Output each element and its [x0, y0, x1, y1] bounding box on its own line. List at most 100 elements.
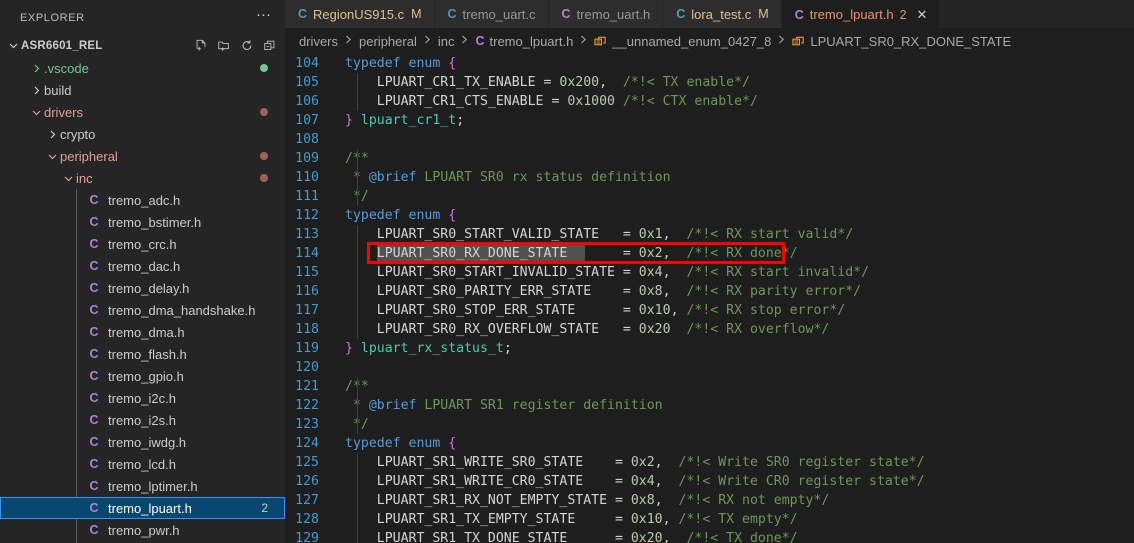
line-content: LPUART_SR0_RX_OVERFLOW_STATE = 0x20 /*!<… [331, 320, 1134, 339]
code-line-112[interactable]: 112 typedef enum { [285, 206, 1134, 225]
c-header-file-icon: C [89, 523, 99, 537]
file-item[interactable]: Ctremo_adc.h [0, 189, 285, 211]
code-line-123[interactable]: 123 */ [285, 415, 1134, 434]
tree-folder-build[interactable]: build [0, 79, 285, 101]
editor-tab-bar[interactable]: C RegionUS915.c M Ctremo_uart.c Ctremo_uart.… [285, 0, 1134, 28]
code-line-115[interactable]: 115 LPUART_SR0_START_INVALID_STATE = 0x4… [285, 263, 1134, 282]
file-item[interactable]: Ctremo_i2c.h [0, 387, 285, 409]
file-item-selected[interactable]: Ctremo_lpuart.h 2 [0, 497, 285, 519]
code-line-105[interactable]: 105 LPUART_CR1_TX_ENABLE = 0x200, /*!< T… [285, 73, 1134, 92]
code-line-120[interactable]: 120 [285, 358, 1134, 377]
chevron-down-icon[interactable] [44, 151, 60, 162]
breadcrumb-item-1[interactable]: peripheral [359, 34, 417, 49]
code-line-114[interactable]: 114 LPUART_SR0_RX_DONE_STATE = 0x2, /*!<… [285, 244, 1134, 263]
file-item[interactable]: Ctremo_i2s.h [0, 409, 285, 431]
code-token: LPUART_SR1_WRITE_CR0_STATE [376, 474, 584, 489]
code-editor[interactable]: 104 typedef enum {105 LPUART_CR1_TX_ENABL… [285, 54, 1134, 543]
file-tree[interactable]: .vscode build drivers crypto peripheral inc Ct… [0, 57, 285, 543]
code-line-110[interactable]: 110 * @brief LPUART SR0 rx status defini… [285, 168, 1134, 187]
file-item[interactable]: Ctremo_crc.h [0, 233, 285, 255]
file-item[interactable]: Ctremo_dma.h [0, 321, 285, 343]
chevron-right-icon[interactable] [44, 129, 60, 140]
line-content: LPUART_SR0_RX_DONE_STATE = 0x2, /*!< RX … [331, 244, 1134, 263]
code-line-109[interactable]: 109 /** [285, 149, 1134, 168]
tree-folder-inc[interactable]: inc [0, 167, 285, 189]
c-header-file-icon: C [89, 479, 99, 493]
editor-tab-tremo_lpuart-h[interactable]: Ctremo_lpuart.h 2 ✕ [781, 0, 941, 28]
file-list[interactable]: Ctremo_adc.h Ctremo_bstimer.h Ctremo_crc.h… [0, 189, 285, 543]
editor-tab-regionus915-c[interactable]: C RegionUS915.c M [285, 0, 435, 28]
explorer-more-actions-icon[interactable]: ··· [250, 7, 277, 26]
breadcrumb-item-4[interactable]: __unnamed_enum_0427_8 [594, 34, 771, 49]
code-line-127[interactable]: 127 LPUART_SR1_RX_NOT_EMPTY_STATE = 0x8,… [285, 491, 1134, 510]
collapse-all-icon[interactable] [263, 39, 277, 53]
code-line-113[interactable]: 113 LPUART_SR0_START_VALID_STATE = 0x1, … [285, 225, 1134, 244]
file-item[interactable]: Ctremo_bstimer.h [0, 211, 285, 233]
code-token: , [662, 284, 687, 299]
code-line-124[interactable]: 124 typedef enum { [285, 434, 1134, 453]
breadcrumb-item-5[interactable]: LPUART_SR0_RX_DONE_STATE [792, 34, 1011, 49]
file-item[interactable]: Ctremo_iwdg.h [0, 431, 285, 453]
editor-tab-tremo_uart-h[interactable]: Ctremo_uart.h [548, 0, 664, 28]
code-line-118[interactable]: 118 LPUART_SR0_RX_OVERFLOW_STATE = 0x20 … [285, 320, 1134, 339]
code-token: ; [456, 113, 465, 128]
code-line-121[interactable]: 121 /** [285, 377, 1134, 396]
code-token: , [662, 265, 687, 280]
file-item[interactable]: Ctremo_dac.h [0, 255, 285, 277]
h-file-icon: C [561, 7, 571, 21]
breadcrumb-item-2[interactable]: inc [438, 34, 455, 49]
file-item[interactable]: Ctremo_pwr.h [0, 519, 285, 541]
code-token: LPUART_SR0_STOP_ERR_STATE [376, 303, 576, 318]
code-token: 0x10 [638, 303, 671, 318]
chevron-down-icon[interactable] [28, 107, 44, 118]
code-line-106[interactable]: 106 LPUART_CR1_CTS_ENABLE = 0x1000 /*!< … [285, 92, 1134, 111]
code-indent-guide [357, 149, 358, 206]
code-line-126[interactable]: 126 LPUART_SR1_WRITE_CR0_STATE = 0x4, /*… [285, 472, 1134, 491]
tree-folder-peripheral[interactable]: peripheral [0, 145, 285, 167]
file-item[interactable]: Ctremo_delay.h [0, 277, 285, 299]
code-token: 0x4 [638, 265, 663, 280]
chevron-right-icon[interactable] [28, 85, 44, 96]
file-item[interactable]: Ctremo_lcd.h [0, 453, 285, 475]
chevron-right-icon[interactable] [28, 63, 44, 74]
breadcrumb-item-0[interactable]: drivers [299, 34, 338, 49]
code-indent-guide [357, 377, 358, 434]
code-line-111[interactable]: 111 */ [285, 187, 1134, 206]
code-line-117[interactable]: 117 LPUART_SR0_STOP_ERR_STATE = 0x10, /*… [285, 301, 1134, 320]
file-item[interactable]: Ctremo_gpio.h [0, 365, 285, 387]
editor-tab-tremo_uart-c[interactable]: Ctremo_uart.c [434, 0, 549, 28]
code-line-108[interactable]: 108 [285, 130, 1134, 149]
breadcrumb-label: peripheral [359, 33, 417, 49]
code-line-128[interactable]: 128 LPUART_SR1_TX_EMPTY_STATE = 0x10, /*… [285, 510, 1134, 529]
tree-folder-crypto[interactable]: crypto [0, 123, 285, 145]
code-line-122[interactable]: 122 * @brief LPUART SR1 register definit… [285, 396, 1134, 415]
new-file-icon[interactable] [194, 39, 208, 53]
line-number: 110 [295, 170, 319, 185]
code-line-104[interactable]: 104 typedef enum { [285, 54, 1134, 73]
refresh-icon[interactable] [240, 39, 254, 53]
file-item[interactable]: Ctremo_flash.h [0, 343, 285, 365]
tab-close-icon[interactable]: ✕ [917, 8, 928, 21]
chevron-down-icon[interactable] [60, 173, 76, 184]
code-token: { [448, 56, 457, 71]
breadcrumb-item-3[interactable]: Ctremo_lpuart.h [475, 34, 573, 49]
tree-folder-vscode[interactable]: .vscode [0, 57, 285, 79]
code-line-125[interactable]: 125 LPUART_SR1_WRITE_SR0_STATE = 0x2, /*… [285, 453, 1134, 472]
file-item[interactable]: Ctremo_dma_handshake.h [0, 299, 285, 321]
code-line-107[interactable]: 107} lpuart_cr1_t; [285, 111, 1134, 130]
code-line-116[interactable]: 116 LPUART_SR0_PARITY_ERR_STATE = 0x8, /… [285, 282, 1134, 301]
code-line-119[interactable]: 119} lpuart_rx_status_t; [285, 339, 1134, 358]
chevron-down-icon[interactable] [8, 39, 19, 54]
tree-folder-drivers[interactable]: drivers [0, 101, 285, 123]
file-item[interactable]: Ctremo_lptimer.h [0, 475, 285, 497]
breadcrumb-separator-icon [343, 34, 354, 48]
editor-tab-lora_test-c[interactable]: Clora_test.c M [663, 0, 782, 28]
breadcrumb[interactable]: drivers peripheral inc Ctremo_lpuart.h __unn… [285, 28, 1134, 54]
new-folder-icon[interactable] [217, 39, 231, 53]
breadcrumb-label: LPUART_SR0_RX_DONE_STATE [810, 33, 1012, 49]
code-line-129[interactable]: 129 LPUART_SR1_TX_DONE_STATE = 0x20, /*!… [285, 529, 1134, 543]
code-lines[interactable]: 104 typedef enum {105 LPUART_CR1_TX_ENABL… [285, 54, 1134, 543]
workspace-root-row[interactable]: ASR6601_REL [0, 35, 285, 57]
c-header-file-icon: C [89, 457, 99, 471]
